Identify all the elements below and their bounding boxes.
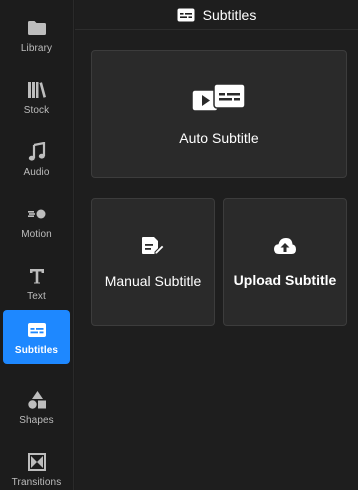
sidebar-item-label: Shapes	[19, 414, 54, 426]
sidebar-item-label: Library	[20, 42, 53, 54]
subtitles-icon	[177, 8, 195, 22]
manual-subtitle-button[interactable]: Manual Subtitle	[91, 198, 215, 326]
sidebar-item-shapes[interactable]: Shapes	[3, 380, 70, 434]
manual-subtitle-label: Manual Subtitle	[104, 272, 202, 289]
auto-subtitle-button[interactable]: Auto Subtitle	[91, 50, 347, 178]
sidebar-item-text[interactable]: Text	[3, 256, 70, 310]
music-note-icon	[26, 141, 48, 163]
auto-subtitle-label: Auto Subtitle	[179, 129, 259, 146]
upload-subtitle-label: Upload Subtitle	[233, 271, 337, 288]
books-icon	[26, 79, 48, 101]
folder-icon	[26, 17, 48, 39]
sidebar-item-subtitles[interactable]: Subtitles	[3, 310, 70, 364]
panel-title: Subtitles	[202, 6, 257, 23]
cloud-upload-icon	[273, 237, 297, 260]
shapes-icon	[26, 389, 48, 411]
subtitles-icon	[26, 319, 48, 341]
sidebar-item-label: Transitions	[11, 476, 62, 488]
edit-document-icon	[141, 236, 165, 261]
sidebar-item-label: Text	[27, 290, 46, 302]
sidebar-item-stock[interactable]: Stock	[3, 70, 70, 124]
transitions-icon	[26, 451, 48, 473]
panel-header: Subtitles	[75, 0, 358, 30]
subtitles-panel: Subtitles Auto Subtitle Manual Subtitle …	[75, 0, 358, 490]
sidebar-item-label: Motion	[21, 228, 52, 240]
auto-subtitle-icon	[191, 82, 246, 118]
sidebar: Library Stock Audio Motion Text Subtitle…	[0, 0, 74, 490]
motion-icon	[26, 203, 48, 225]
sidebar-item-label: Audio	[23, 166, 50, 178]
sidebar-item-library[interactable]: Library	[3, 8, 70, 62]
sidebar-item-label: Subtitles	[14, 344, 59, 356]
upload-subtitle-button[interactable]: Upload Subtitle	[223, 198, 347, 326]
sidebar-item-audio[interactable]: Audio	[3, 132, 70, 186]
sidebar-item-motion[interactable]: Motion	[3, 194, 70, 248]
sidebar-item-transitions[interactable]: Transitions	[3, 442, 70, 490]
text-icon	[26, 265, 48, 287]
sidebar-item-label: Stock	[23, 104, 50, 116]
